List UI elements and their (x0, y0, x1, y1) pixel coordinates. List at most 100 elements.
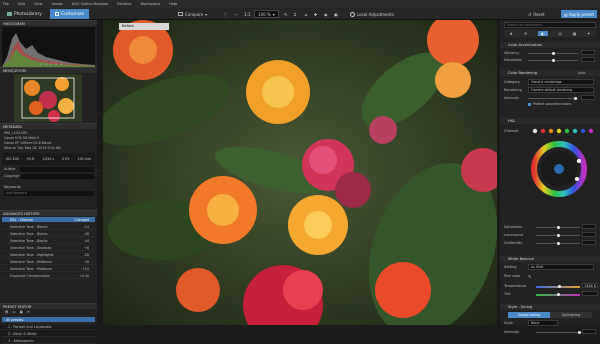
eyedropper-icon[interactable]: ✎ (528, 274, 531, 279)
tab-customize[interactable]: Customize (50, 9, 90, 19)
saturation-slider[interactable] (528, 59, 578, 62)
protect-checkbox[interactable] (528, 103, 531, 106)
history-header[interactable]: ADVANCED HISTORY (0, 210, 97, 216)
channel-cyan[interactable] (572, 128, 578, 134)
author-field[interactable] (20, 167, 94, 172)
rendering-select[interactable]: Camera default rendering (528, 87, 594, 93)
crop-icon[interactable]: ⌗ (294, 10, 296, 18)
menu-help[interactable]: Help (169, 2, 177, 6)
style-toning-header[interactable]: Style - Toning (500, 304, 600, 310)
history-row[interactable]: Selective Tone - Midtones +6 (2, 259, 95, 265)
channel-red[interactable] (540, 128, 546, 134)
channel-all[interactable] (532, 128, 538, 134)
movezoom-header[interactable]: MOVE/ZOOM (0, 67, 97, 73)
collapse-left-icon[interactable]: ‹ (98, 168, 100, 173)
fit-icon[interactable]: ⛶ (224, 10, 227, 18)
luminance-knob[interactable] (557, 234, 560, 237)
saturation-value[interactable] (581, 57, 595, 62)
split-toning-tab[interactable]: Split toning (550, 312, 592, 318)
copyright-field[interactable] (20, 174, 94, 179)
hsl-saturation-value[interactable] (582, 224, 596, 229)
history-row[interactable]: Selective Tone - Blacks -44 (2, 238, 95, 244)
color-icon[interactable]: ◐ (538, 31, 548, 36)
eyedropper-icon[interactable]: ✎ (284, 10, 287, 18)
image-viewer[interactable]: Before (103, 20, 497, 325)
apply-preset-button[interactable]: ▤ Apply preset (561, 10, 598, 18)
zoom-ratio[interactable]: 1:1 (244, 10, 250, 18)
temperature-knob[interactable] (558, 285, 561, 288)
color-wheel[interactable] (527, 138, 591, 200)
detail-icon[interactable]: ◎ (558, 31, 562, 36)
folder-icon[interactable]: ▭ (12, 310, 15, 315)
history-row[interactable]: Selective Tone - Blacks -26 (2, 231, 95, 237)
style-intensity-knob[interactable] (578, 331, 581, 334)
white-balance-header[interactable]: White Balance (500, 256, 600, 262)
watermark-icon[interactable]: ▣ (334, 10, 338, 18)
vibrancy-knob[interactable] (552, 52, 555, 55)
preset-item[interactable]: 3 - Atmospheric (2, 338, 95, 344)
new-preset-icon[interactable]: ▤ (5, 310, 8, 315)
delete-icon[interactable]: ✕ (27, 310, 30, 315)
history-row[interactable]: Selective Tone - Midtones +10 (2, 266, 95, 272)
local-adjustments-button[interactable]: Local Adjustments (350, 10, 394, 18)
histogram-header[interactable]: HISTOGRAM (0, 20, 97, 26)
hsl-saturation-slider[interactable] (536, 226, 580, 229)
keywords-label[interactable]: Keywords (4, 185, 21, 189)
wb-setting-select[interactable]: As Shot (528, 264, 594, 270)
history-row[interactable]: Selective Tone - Highlights -20 (2, 252, 95, 258)
repair-icon[interactable]: ✚ (314, 10, 317, 18)
movezoom-thumbnail[interactable] (14, 74, 82, 122)
style-intensity-value[interactable] (582, 329, 596, 334)
luminance-slider[interactable] (536, 234, 580, 237)
uniformity-knob[interactable] (557, 242, 560, 245)
history-row-selected[interactable]: HSL - Channel Changed (2, 217, 95, 223)
uniformity-slider[interactable] (536, 242, 580, 245)
temperature-slider[interactable] (536, 285, 580, 288)
search-corrections-input[interactable]: Search for corrections... (504, 22, 596, 28)
before-button[interactable]: Before (119, 23, 169, 30)
tab-photolibrary[interactable]: PhotoLibrary (2, 9, 47, 19)
tint-knob[interactable] (557, 293, 560, 296)
horizon-icon[interactable]: ⊿ (304, 10, 307, 18)
category-select[interactable]: Generic renderings (528, 79, 594, 85)
saturation-knob[interactable] (552, 59, 555, 62)
light-icon[interactable]: ☀ (524, 31, 528, 36)
uniformity-value[interactable] (582, 240, 596, 245)
metadata-header[interactable]: METADATA (0, 123, 97, 129)
menu-optics-modules[interactable]: DxO Optics Modules (72, 2, 108, 6)
tint-value[interactable] (582, 291, 598, 296)
menu-workspace[interactable]: Workspace (140, 2, 160, 6)
simple-toning-tab[interactable]: Simple toning (508, 312, 550, 318)
compare-button[interactable]: Compare ▾ (178, 10, 207, 18)
add-keyword-field[interactable]: Add Keyword (4, 191, 94, 196)
save-icon[interactable]: ▣ (20, 310, 23, 315)
local-icon[interactable]: ✦ (587, 31, 590, 36)
redeye-icon[interactable]: ◉ (324, 10, 328, 18)
history-row[interactable]: Selective Tone - Blacks -14 (2, 224, 95, 230)
auto-label[interactable]: Auto (578, 71, 585, 75)
history-row[interactable]: Selective Tone - Shadows +8 (2, 245, 95, 251)
temperature-value[interactable]: 3404 K (582, 283, 598, 288)
star-icon[interactable]: ★ (509, 31, 513, 36)
style-intensity-slider[interactable] (536, 331, 581, 334)
intensity-slider[interactable] (528, 97, 578, 100)
history-row[interactable]: Exposure Compensation +0.30 (2, 273, 95, 279)
menu-palettes[interactable]: Palettes (117, 2, 131, 6)
channel-magenta[interactable] (588, 128, 594, 134)
preset-item[interactable]: 2 - Black & White (2, 331, 95, 337)
channel-yellow[interactable] (556, 128, 562, 134)
channel-green[interactable] (564, 128, 570, 134)
intensity-knob[interactable] (574, 97, 577, 100)
geometry-icon[interactable]: ▦ (573, 31, 577, 36)
preset-editor-header[interactable]: PRESET EDITOR (0, 303, 97, 309)
menu-edit[interactable]: Edit (18, 2, 25, 6)
tint-slider[interactable] (536, 293, 580, 296)
menu-file[interactable]: File (3, 2, 9, 6)
vibrancy-slider[interactable] (528, 52, 578, 55)
menu-view[interactable]: View (34, 2, 43, 6)
luminance-value[interactable] (582, 232, 596, 237)
style-select[interactable]: None (528, 320, 558, 326)
zoom-select[interactable]: 100 % ▾ (254, 10, 279, 18)
reset-button[interactable]: ↺ Reset (528, 10, 545, 18)
intensity-value[interactable] (581, 95, 595, 100)
